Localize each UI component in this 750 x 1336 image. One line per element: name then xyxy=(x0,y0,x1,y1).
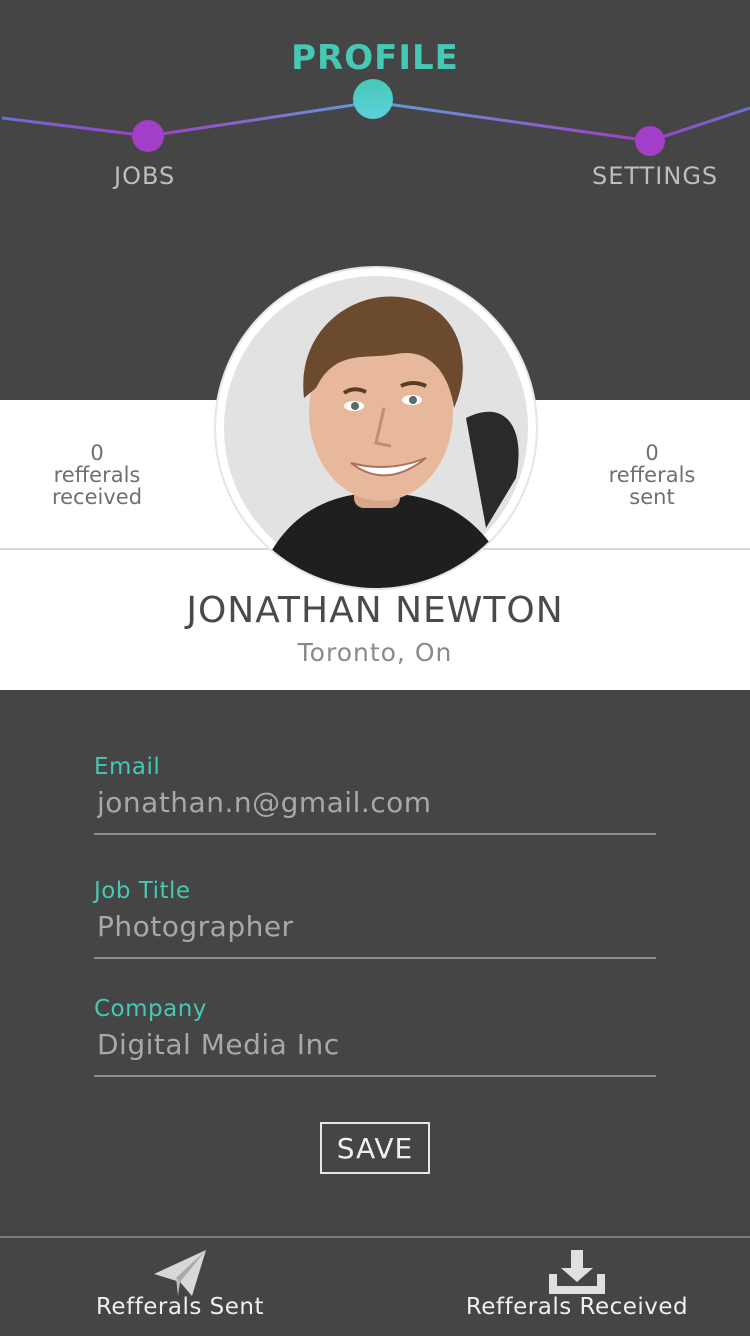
job-title-label: Job Title xyxy=(94,878,191,904)
company-field[interactable] xyxy=(94,1022,656,1077)
stat-received-line1: refferals xyxy=(53,463,141,487)
tab-referrals-sent[interactable]: Refferals Sent xyxy=(80,1238,280,1336)
job-title-field[interactable] xyxy=(94,904,656,959)
nav-dot-profile[interactable] xyxy=(353,79,393,119)
email-field-group: Email xyxy=(94,754,656,835)
avatar[interactable] xyxy=(216,268,536,588)
stat-sent-line2: sent xyxy=(629,485,675,509)
job-title-field-group: Job Title xyxy=(94,878,656,959)
nav-tab-jobs[interactable]: JOBS xyxy=(114,162,175,190)
stat-referrals-received: 0 refferals received xyxy=(17,442,177,508)
nav-tab-profile[interactable]: PROFILE xyxy=(0,38,750,78)
bottom-tab-bar: Refferals Sent Refferals Received xyxy=(0,1236,750,1336)
stat-received-count: 0 xyxy=(90,441,104,465)
nav-dot-jobs[interactable] xyxy=(132,120,164,152)
company-field-group: Company xyxy=(94,996,656,1077)
company-label: Company xyxy=(94,996,207,1022)
stat-received-line2: received xyxy=(51,485,143,509)
save-button[interactable]: SAVE xyxy=(320,1122,430,1174)
stat-sent-line1: refferals xyxy=(608,463,696,487)
tab-referrals-sent-label: Refferals Sent xyxy=(95,1294,265,1320)
email-field[interactable] xyxy=(94,780,656,835)
email-label: Email xyxy=(94,754,161,780)
nav-curve xyxy=(1,79,750,156)
tab-referrals-received[interactable]: Refferals Received xyxy=(450,1238,704,1336)
download-tray-icon xyxy=(549,1250,605,1294)
profile-location: Toronto, On xyxy=(297,638,453,667)
nav-tab-settings[interactable]: SETTINGS xyxy=(592,162,718,190)
stat-sent-count: 0 xyxy=(645,441,659,465)
profile-name: JONATHAN NEWTON xyxy=(186,590,564,631)
stat-referrals-sent: 0 refferals sent xyxy=(572,442,732,508)
profile-photo xyxy=(216,268,536,588)
paper-plane-icon xyxy=(154,1250,206,1296)
nav-dot-settings[interactable] xyxy=(635,126,665,156)
tab-referrals-received-label: Refferals Received xyxy=(465,1294,689,1320)
